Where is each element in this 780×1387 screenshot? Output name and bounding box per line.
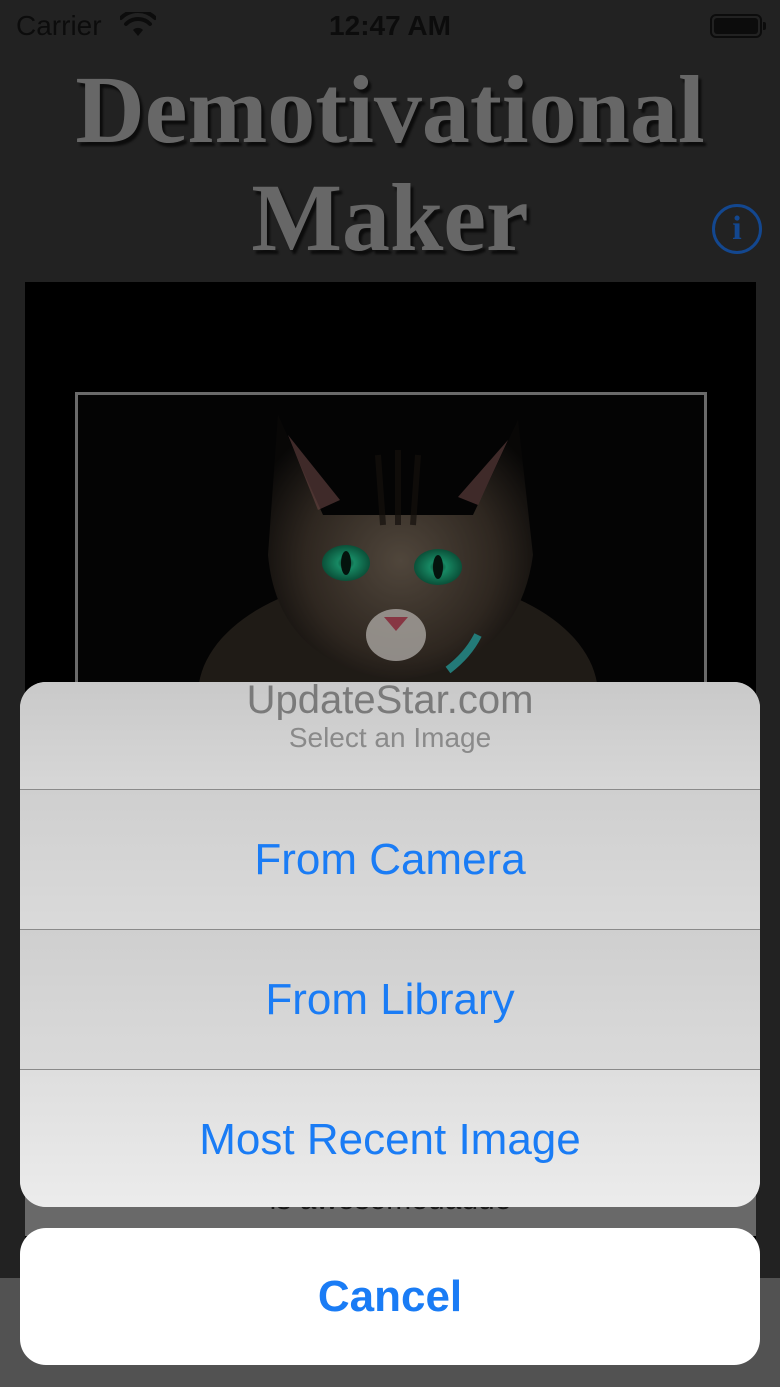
action-sheet-title: Select an Image <box>288 722 492 753</box>
from-library-button[interactable]: From Library <box>20 930 760 1070</box>
app-screen: Carrier 12:47 AM Demotivational Maker i <box>0 0 780 1387</box>
action-sheet: UpdateStar.com Select an Image From Came… <box>20 682 760 1207</box>
watermark-text: UpdateStar.com <box>246 682 534 720</box>
most-recent-image-button[interactable]: Most Recent Image <box>20 1070 760 1207</box>
cancel-button[interactable]: Cancel <box>20 1228 760 1365</box>
from-camera-button[interactable]: From Camera <box>20 790 760 930</box>
action-sheet-header: UpdateStar.com Select an Image <box>20 682 760 790</box>
